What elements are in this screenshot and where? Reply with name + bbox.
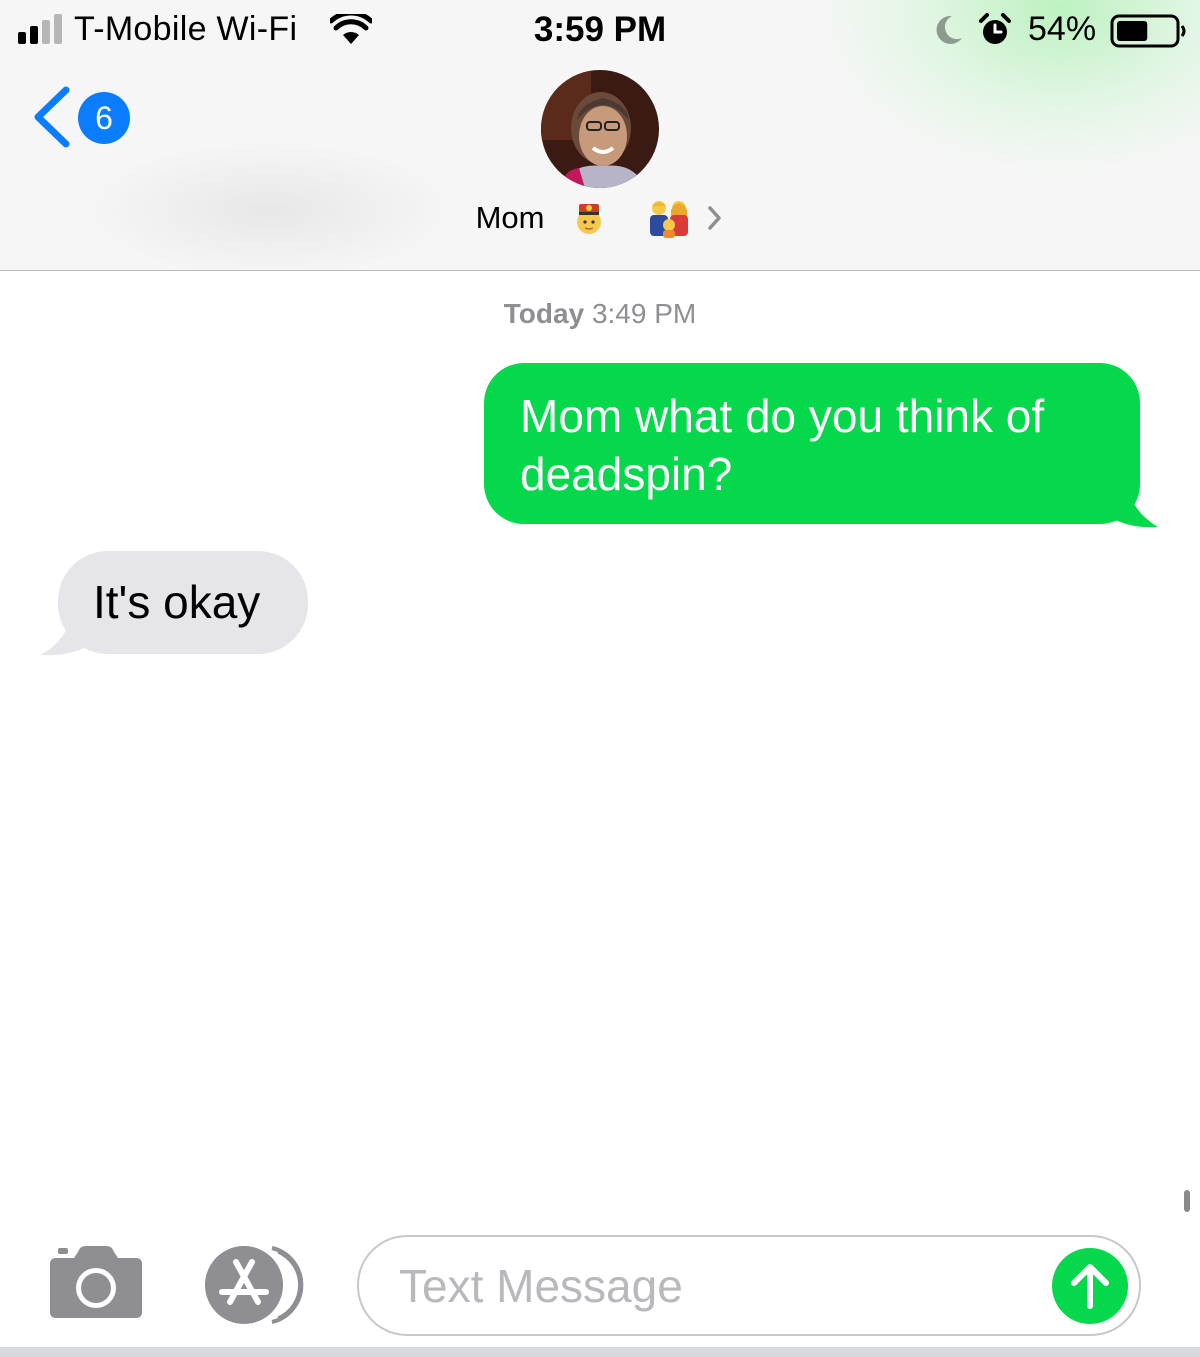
incoming-message-text: It's okay [93,576,261,628]
send-arrow-icon [1071,1264,1109,1309]
message-timestamp: Today 3:49 PM [0,298,1200,330]
send-button[interactable] [1052,1248,1128,1324]
status-bar: T-Mobile Wi-Fi 3:59 PM 54% [0,0,1200,62]
home-indicator-strip [0,1347,1200,1357]
battery-percent: 54% [1028,10,1097,48]
timestamp-time: 3:49 PM [591,298,697,329]
person-with-crown-emoji [577,204,602,234]
contact-name: Mom [475,200,545,235]
family-emoji [649,201,688,238]
camera-button[interactable] [48,1246,144,1320]
moon-icon [936,15,962,44]
scroll-indicator[interactable] [1184,1190,1190,1212]
message-input[interactable] [397,1255,1041,1317]
status-time: 3:59 PM [533,10,667,49]
contact-details-button[interactable]: Mom [0,198,1200,238]
outgoing-message-text: Mom what do you think of deadspin? [520,390,1045,500]
app-store-button[interactable] [202,1244,310,1326]
message-field[interactable] [357,1235,1141,1336]
incoming-message-bubble[interactable]: It's okay [40,551,312,659]
conversation-header: T-Mobile Wi-Fi 3:59 PM 54% 6 Mom [0,0,1200,271]
unread-count-badge: 6 [78,92,130,144]
chevron-right-icon [708,206,722,230]
contact-avatar[interactable] [541,70,659,188]
app-store-icon [205,1246,304,1324]
camera-icon [50,1246,142,1318]
alarm-icon [979,13,1011,44]
timestamp-day: Today [503,298,585,329]
battery-icon [1110,14,1186,48]
avatar-photo [541,70,659,188]
chevron-left-icon [34,86,70,148]
back-button[interactable]: 6 [30,84,140,150]
outgoing-message-bubble[interactable]: Mom what do you think of deadspin? [484,363,1164,529]
